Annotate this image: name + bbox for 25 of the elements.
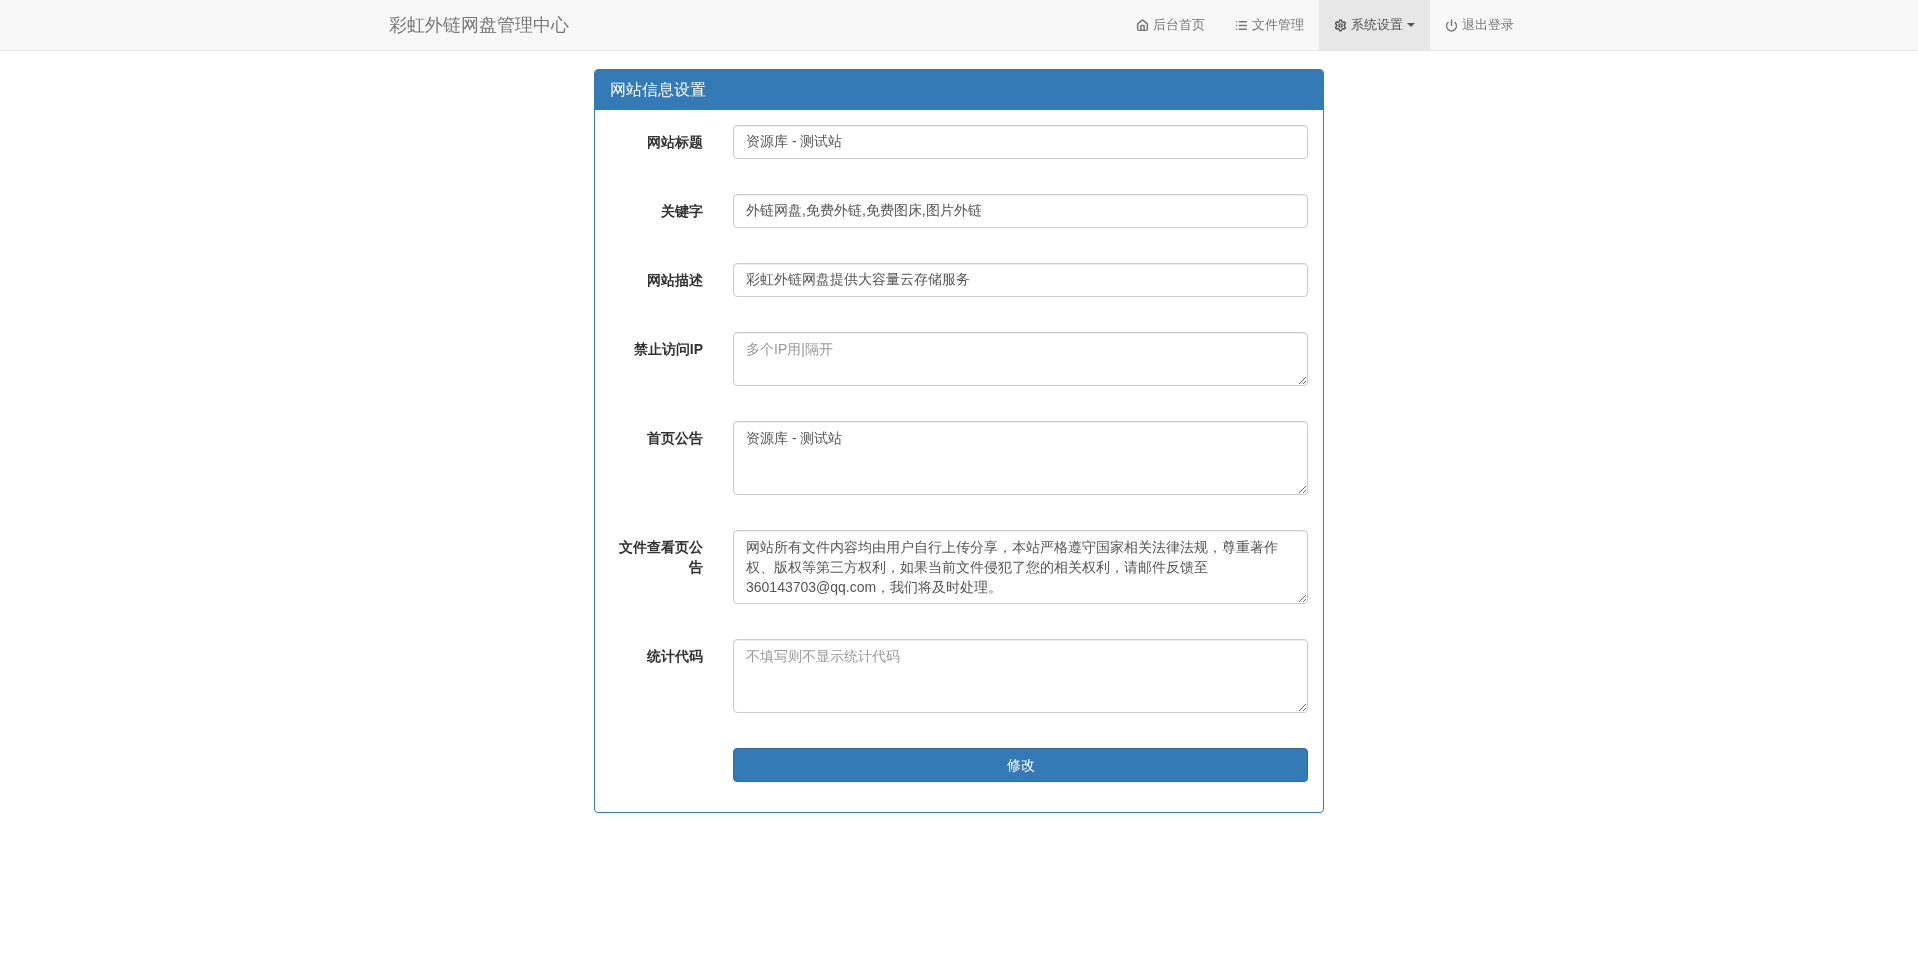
field-label: 网站描述 xyxy=(646,271,703,290)
field-label: 关键字 xyxy=(660,202,703,221)
nav-link[interactable]: 文件管理 xyxy=(1220,0,1319,50)
input-field[interactable]: 资源库 - 测试站 xyxy=(733,125,1308,159)
input-field[interactable]: 资源库 - 测试站 xyxy=(733,421,1308,495)
nav-link[interactable]: 后台首页 xyxy=(1121,0,1220,50)
field-label: 网站标题 xyxy=(646,133,703,152)
field-label: 禁止访问IP xyxy=(632,340,703,359)
nav-link[interactable]: 系统设置 xyxy=(1319,0,1430,50)
input-field[interactable]: 多个IP用|隔开 xyxy=(733,332,1308,386)
field-label: 首页公告 xyxy=(646,429,703,448)
list-icon xyxy=(1235,18,1248,32)
home-icon xyxy=(1136,18,1149,32)
settings-icon xyxy=(1334,18,1347,32)
input-field[interactable]: 网站所有文件内容均由用户自行上传分享，本站严格遵守国家相关法律法规，尊重著作权、版权等第三方权利，如果当前文件侵犯了您的相关权利，请邮件反馈至360143703@qq.com，我们将及时处理。 xyxy=(733,530,1308,604)
power-icon xyxy=(1445,18,1458,32)
submit-button[interactable]: 修改 xyxy=(733,748,1308,782)
field-label: 文件查看页公告 xyxy=(618,538,703,577)
input-field[interactable]: 彩虹外链网盘提供大容量云存储服务 xyxy=(733,263,1308,297)
panel-title: 网站信息设置 xyxy=(595,70,1323,110)
field-label: 统计代码 xyxy=(646,647,703,666)
nav-link[interactable]: 退出登录 xyxy=(1430,0,1529,50)
input-field[interactable]: 不填写则不显示统计代码 xyxy=(733,639,1308,713)
input-field[interactable]: 外链网盘,免费外链,免费图床,图片外链 xyxy=(733,194,1308,228)
brand-title[interactable]: 彩虹外链网盘管理中心 xyxy=(389,11,569,39)
